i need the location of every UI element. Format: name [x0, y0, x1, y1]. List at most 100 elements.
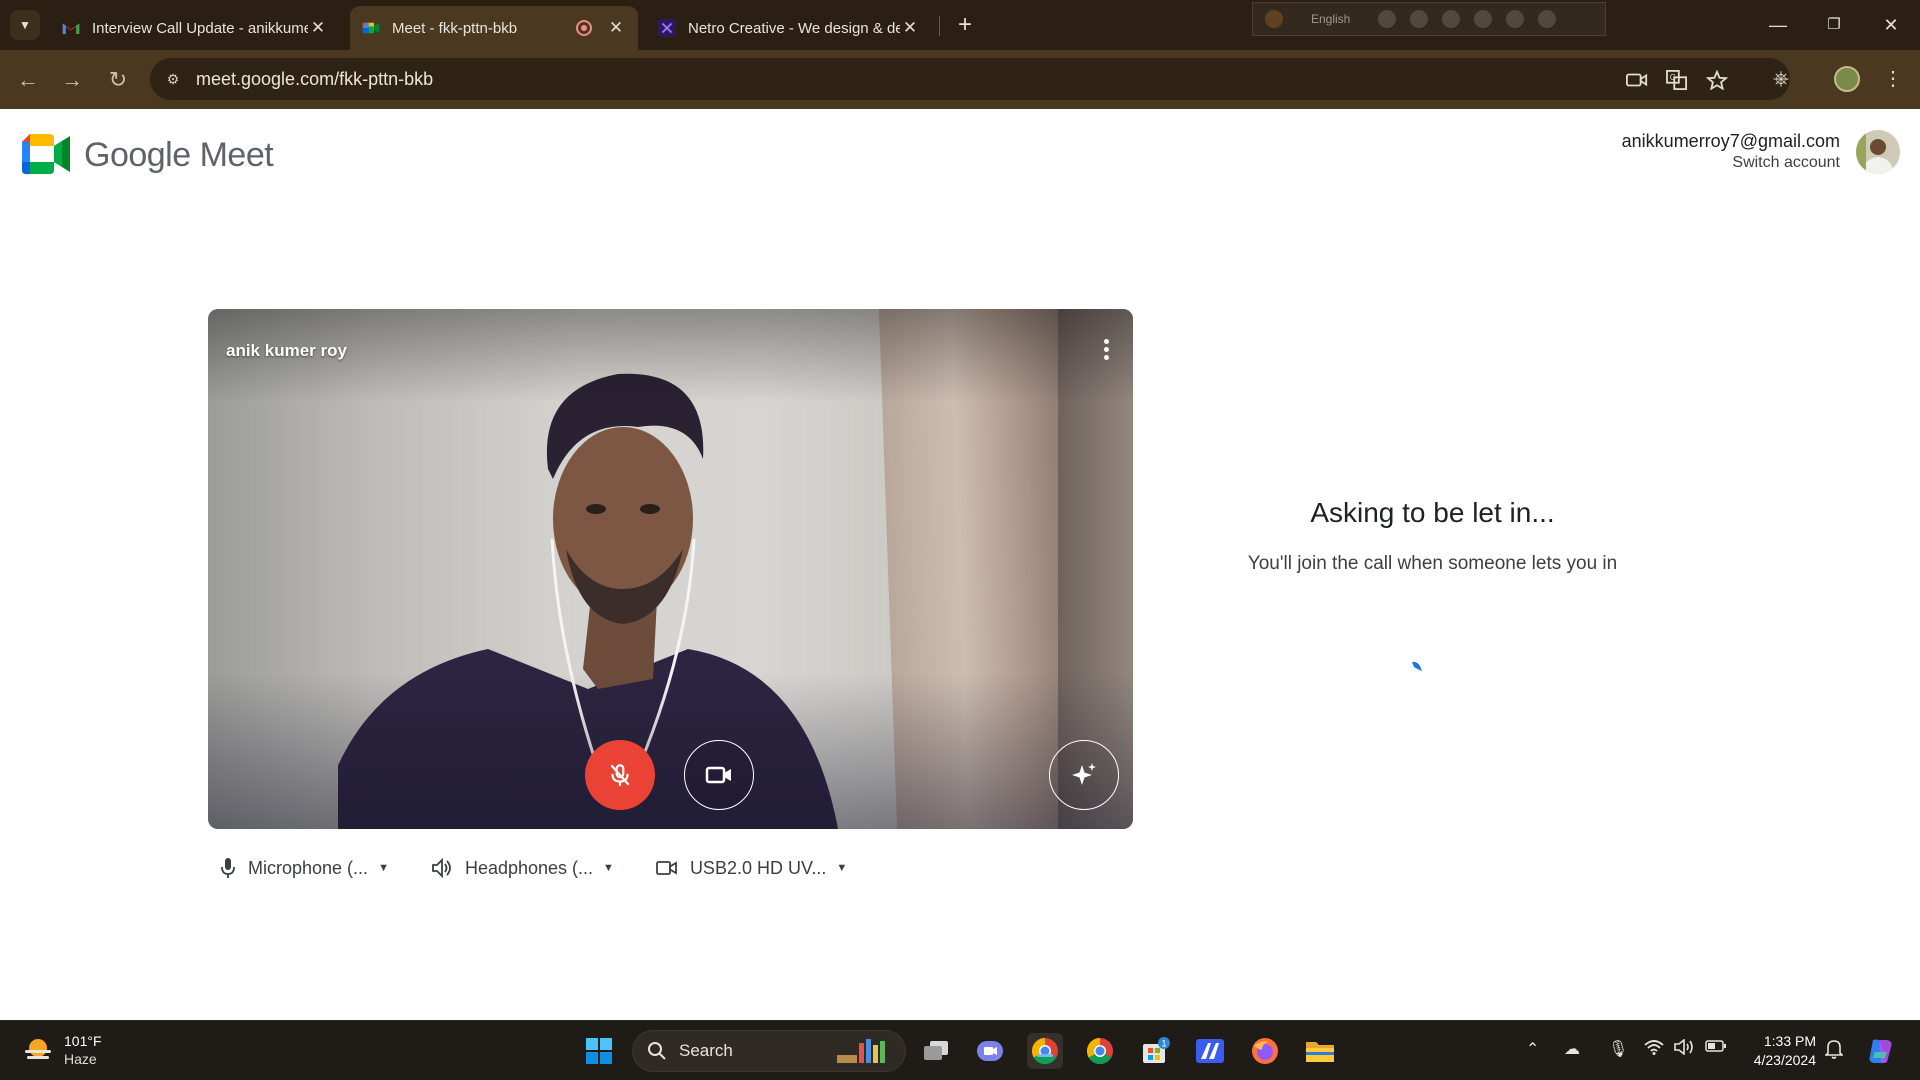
browser-tab-bar: ▼ Interview Call Update - anikkumerroy7@…: [0, 0, 1920, 50]
edge-icon[interactable]: [1474, 10, 1493, 28]
store-icon: 1: [1143, 1037, 1170, 1063]
url-text[interactable]: meet.google.com/fkk-pttn-bkb: [196, 69, 433, 90]
speaker-selector[interactable]: Headphones (... ▼: [431, 858, 614, 879]
design-app-icon: [1196, 1039, 1224, 1063]
new-tab-button[interactable]: +: [950, 10, 980, 40]
show-hidden-icons-button[interactable]: ⌃: [1526, 1039, 1539, 1059]
battery-icon[interactable]: [1705, 1039, 1727, 1058]
onedrive-icon[interactable]: ☁: [1564, 1039, 1580, 1059]
gmail-icon: [62, 23, 80, 34]
clock-time: 1:33 PM: [1763, 1033, 1816, 1049]
taskbar-search[interactable]: Search: [632, 1030, 906, 1072]
clock-date: 4/23/2024: [1753, 1052, 1816, 1068]
switch-account-link[interactable]: Switch account: [1622, 154, 1840, 172]
bookmark-star-icon[interactable]: [1706, 70, 1728, 90]
copilot-button[interactable]: [1862, 1033, 1898, 1069]
tab-title: Meet - fkk-pttn-bkb: [392, 19, 518, 37]
microphone-selector[interactable]: Microphone (... ▼: [220, 857, 389, 879]
weather-temperature: 101°F: [64, 1033, 102, 1049]
more-options-icon[interactable]: [1101, 339, 1111, 365]
chrome-taskbar-button-active[interactable]: [1027, 1033, 1063, 1069]
close-tab-icon[interactable]: ✕: [900, 18, 920, 38]
close-tab-icon[interactable]: ✕: [606, 18, 626, 38]
file-explorer-button[interactable]: [1302, 1033, 1338, 1069]
tools-icon[interactable]: [1410, 10, 1429, 28]
ime-language-bar[interactable]: English: [1252, 2, 1606, 36]
forward-button[interactable]: →: [56, 64, 88, 96]
tab-title: Interview Call Update - anikkumerroy7@gm…: [92, 19, 308, 37]
camera-toggle-button[interactable]: [684, 740, 754, 810]
microsoft-store-button[interactable]: 1: [1137, 1033, 1173, 1069]
mic-off-icon: [610, 764, 630, 786]
browser-menu-icon[interactable]: ⋮: [1880, 66, 1906, 92]
back-button[interactable]: ←: [12, 64, 44, 96]
microphone-icon: [221, 858, 235, 878]
task-view-button[interactable]: [918, 1033, 954, 1069]
join-status-panel: Asking to be let in... You'll join the c…: [1230, 497, 1635, 579]
volume-icon[interactable]: [1674, 1038, 1696, 1060]
camera-label: USB2.0 HD UV...: [689, 857, 827, 878]
close-window-button[interactable]: ✕: [1868, 8, 1914, 42]
meet-brand: Google Meet: [84, 136, 274, 175]
tab-search-button[interactable]: ▼: [10, 10, 40, 40]
firefox-button[interactable]: [1247, 1033, 1283, 1069]
keyboard-icon[interactable]: [1378, 10, 1397, 28]
chrome-icon: [1031, 1037, 1058, 1065]
profile-avatar[interactable]: [1834, 66, 1860, 92]
tab-netro[interactable]: Netro Creative - We design & develop ✕: [646, 6, 932, 50]
restore-button[interactable]: ❐: [1811, 8, 1857, 42]
start-button[interactable]: [581, 1033, 617, 1069]
dropdown-arrow-icon: ▼: [836, 862, 848, 874]
extensions-icon[interactable]: ⎈: [1768, 66, 1794, 92]
system-clock[interactable]: 1:33 PM 4/23/2024: [1740, 1032, 1816, 1070]
tab-meet[interactable]: Meet - fkk-pttn-bkb ✕: [350, 6, 638, 50]
close-tab-icon[interactable]: ✕: [308, 18, 328, 38]
help-icon[interactable]: [1506, 10, 1525, 28]
search-highlight-books-icon: [837, 1039, 885, 1063]
svg-text:G: G: [1670, 73, 1676, 82]
store-badge: 1: [1162, 1039, 1167, 1049]
search-icon: [648, 1042, 666, 1060]
status-title: Asking to be let in...: [1310, 497, 1555, 528]
meet-icon: [362, 22, 380, 34]
wifi-icon[interactable]: [1644, 1039, 1664, 1060]
account-avatar[interactable]: [1856, 130, 1900, 174]
mute-microphone-button[interactable]: [585, 740, 655, 810]
camera-in-use-icon[interactable]: [1626, 70, 1648, 90]
minimize-button[interactable]: —: [1755, 8, 1801, 42]
tab-separator: [939, 16, 940, 36]
settings-icon[interactable]: [1442, 10, 1461, 28]
video-shade: [208, 309, 1133, 829]
microphone-tray-icon[interactable]: 🎙: [1608, 1039, 1628, 1059]
windows-logo-icon: [586, 1038, 612, 1064]
brand-meet: Meet: [199, 136, 274, 174]
copilot-icon: [1869, 1039, 1892, 1064]
tab-title: Netro Creative - We design & develop: [688, 19, 900, 37]
visual-effects-button[interactable]: [1049, 740, 1119, 810]
windows-taskbar: 101°F Haze Search 1 ⌃ ☁ 🎙 1:33 PM 4/23/2…: [0, 1020, 1920, 1080]
active-app-indicator: [1037, 1054, 1053, 1057]
ime-language[interactable]: English: [1311, 12, 1350, 26]
microphone-label: Microphone (...: [248, 857, 369, 878]
tab-gmail[interactable]: Interview Call Update - anikkumerroy7@gm…: [50, 6, 340, 50]
netro-icon: [658, 19, 676, 37]
weather-widget[interactable]: 101°F Haze: [22, 1033, 102, 1067]
address-bar[interactable]: ⚙ meet.google.com/fkk-pttn-bkb G: [150, 58, 1790, 100]
search-label: Search: [679, 1041, 733, 1060]
teams-chat-icon: [977, 1041, 1003, 1061]
self-video-preview: anik kumer roy: [208, 309, 1133, 829]
chrome-profile-button[interactable]: [1082, 1033, 1118, 1069]
reload-button[interactable]: ↻: [102, 64, 134, 96]
translate-icon[interactable]: G: [1666, 70, 1688, 90]
firefox-icon: [1252, 1038, 1278, 1064]
loading-spinner-icon: [1412, 661, 1422, 671]
task-view-icon: [924, 1041, 948, 1060]
speaker-icon: [432, 858, 451, 878]
site-info-icon[interactable]: ⚙: [162, 68, 184, 90]
design-app-button[interactable]: [1192, 1033, 1228, 1069]
notifications-bell-icon[interactable]: [1824, 1039, 1844, 1064]
info-icon[interactable]: [1538, 10, 1557, 28]
camera-selector[interactable]: USB2.0 HD UV... ▼: [656, 858, 847, 879]
folder-icon: [1306, 1042, 1334, 1062]
teams-chat-button[interactable]: [972, 1033, 1008, 1069]
